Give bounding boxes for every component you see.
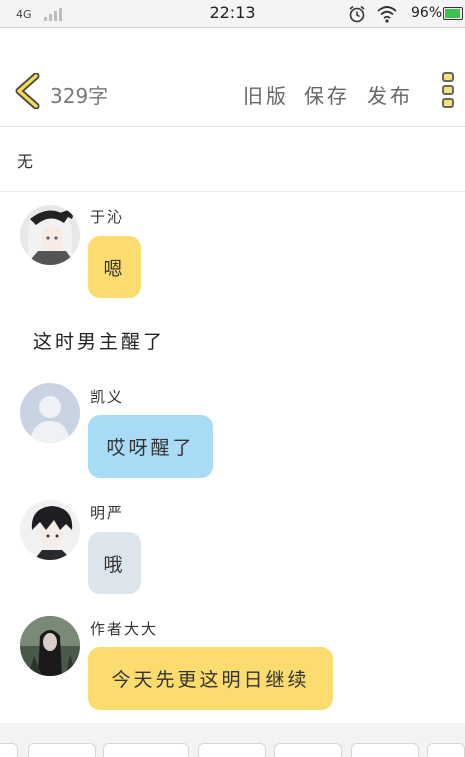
battery-percent: 96% [411, 5, 443, 21]
more-menu-icon[interactable] [442, 72, 456, 112]
toolbar-button[interactable] [351, 743, 419, 757]
save-button[interactable]: 保存 [304, 80, 350, 109]
toolbar-button[interactable] [198, 743, 266, 757]
back-chevron-icon[interactable] [12, 73, 42, 109]
sender-name: 明严 [90, 504, 125, 522]
avatar-dark-hair-boy[interactable] [20, 500, 80, 560]
publish-button[interactable]: 发布 [367, 80, 413, 109]
summary-text: 无 [17, 152, 34, 171]
story-summary[interactable]: 无 [0, 128, 465, 192]
message-bubble[interactable]: 哎呀醒了 [88, 415, 213, 478]
toolbar-button[interactable] [427, 743, 465, 757]
message-bubble[interactable]: 今天先更这明日继续 [88, 647, 333, 710]
toolbar-button[interactable] [0, 743, 18, 757]
wifi-icon [377, 6, 397, 23]
toolbar-button[interactable] [274, 743, 342, 757]
avatar-dark-scene[interactable] [20, 616, 80, 676]
sender-name: 作者大大 [90, 620, 159, 638]
editor-header: 329字 旧版 保存 发布 [0, 55, 465, 127]
sender-name: 于沁 [90, 208, 125, 226]
avatar-default-person[interactable] [20, 383, 80, 443]
toolbar-button[interactable] [103, 743, 189, 757]
narration-text[interactable]: 这时男主醒了 [33, 327, 165, 354]
status-bar: 4G 22:13 96% [0, 0, 465, 28]
battery-icon [443, 7, 463, 20]
old-version-button[interactable]: 旧版 [243, 80, 289, 109]
sender-name: 凯义 [90, 388, 125, 406]
toolbar-button[interactable] [28, 743, 96, 757]
avatar-girl-bow[interactable] [20, 205, 80, 265]
message-bubble[interactable]: 哦 [88, 532, 141, 594]
message-bubble[interactable]: 嗯 [88, 236, 141, 298]
bottom-toolbar [0, 723, 465, 757]
character-count: 329字 [50, 84, 109, 108]
alarm-icon [349, 5, 365, 23]
